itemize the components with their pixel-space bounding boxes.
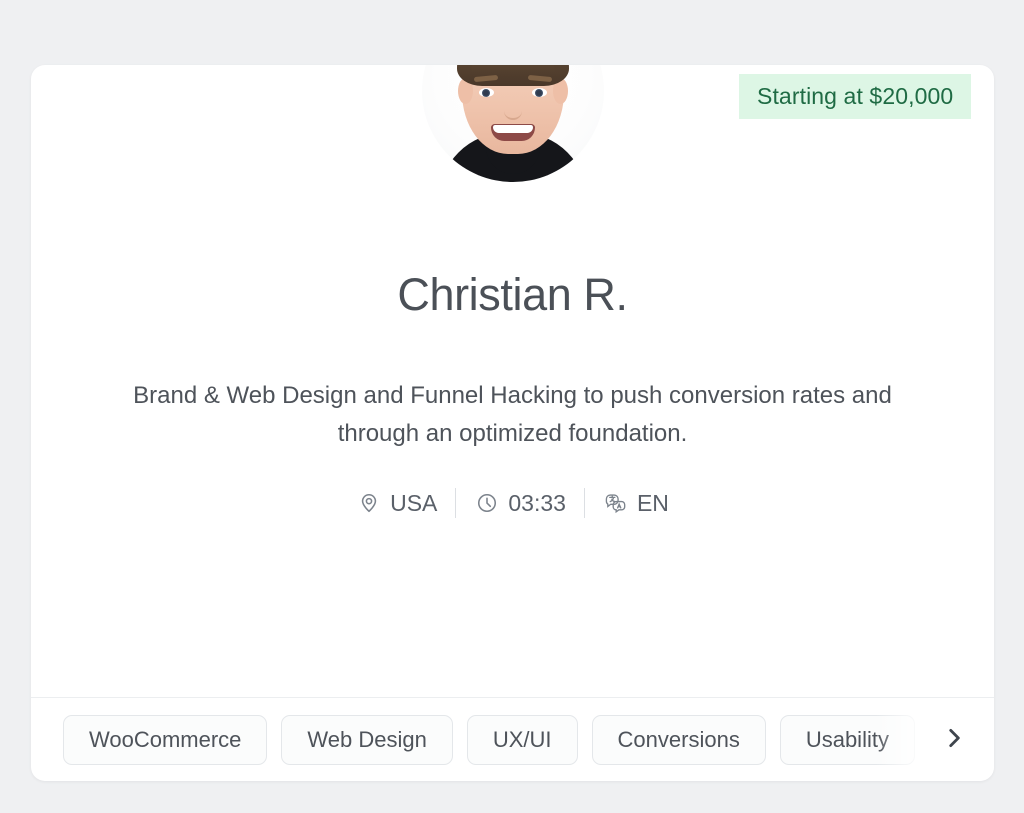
price-badge: Starting at $20,000 [739,74,972,119]
avatar-nose [503,98,522,120]
avatar-photo [421,65,604,182]
clock-icon [474,491,499,516]
avatar-eye-left [478,88,494,97]
page-root: Starting at $20,000 Christian R. Brand &… [0,0,1024,813]
tag-pill[interactable]: WooCommerce [63,714,268,765]
avatar-mouth [490,124,535,141]
tag-pill[interactable]: Conversions [591,714,766,765]
profile-name: Christian R. [397,269,628,320]
tags-next-button[interactable] [932,718,976,762]
profile-description: Brand & Web Design and Funnel Hacking to… [133,382,892,447]
avatar-teeth [492,125,533,133]
translate-icon [603,491,628,516]
meta-language-value: EN [636,489,669,516]
tag-pill[interactable]: Web Design [281,714,453,765]
freelancer-profile-card: Starting at $20,000 Christian R. Brand &… [31,65,994,781]
avatar[interactable] [421,65,604,182]
avatar-hair [456,65,569,86]
tags-row[interactable]: WooCommerce Web Design UX/UI Conversions… [31,698,994,781]
meta-language: EN [585,490,687,517]
price-badge-label: Starting at $20,000 [757,83,954,109]
meta-location-value: USA [390,489,438,516]
tag-pill[interactable]: UX/UI [466,714,578,765]
location-pin-icon [356,491,381,516]
chevron-right-icon [941,725,967,756]
meta-local-time-value: 03:33 [508,489,566,516]
meta-location: USA [338,490,455,517]
tag-pill[interactable]: Usability [779,714,915,765]
meta-local-time: 03:33 [456,490,584,517]
avatar-eye-right [531,88,547,97]
profile-meta-row: USA 03:33 EN [31,488,994,518]
